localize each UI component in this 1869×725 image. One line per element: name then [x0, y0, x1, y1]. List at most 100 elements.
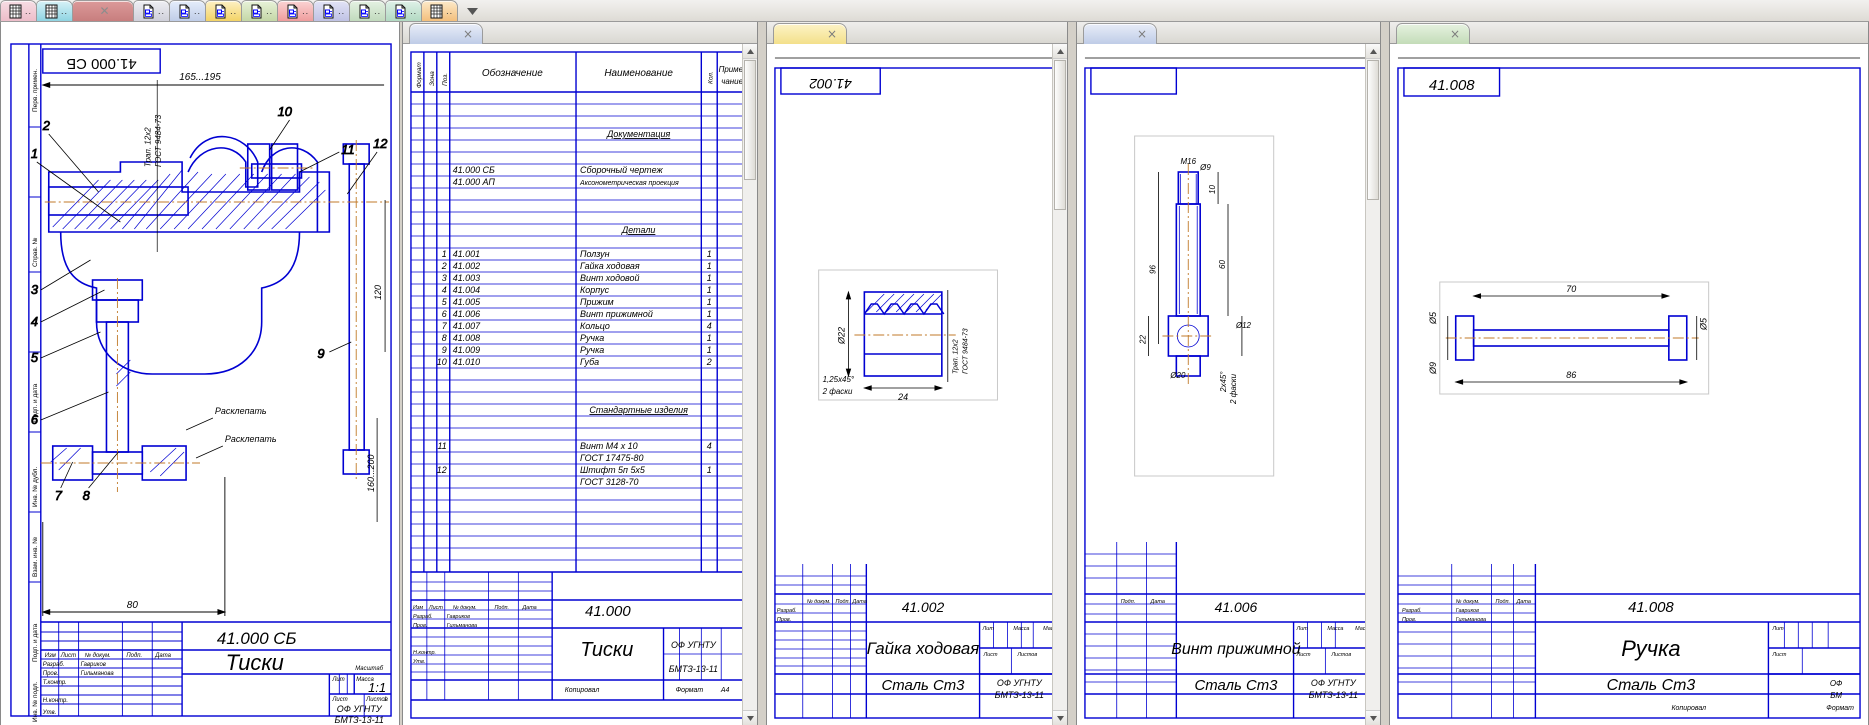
document-tab-5-label: ..	[194, 6, 202, 16]
spec-row-11-qty: 4	[707, 441, 712, 451]
document-tab-10[interactable]: ..	[349, 0, 387, 21]
nut-canvas[interactable]: 41.002 Ø22 24 Трап. 12x2 ГОСТ 9484-73 1,…	[767, 44, 1067, 725]
close-icon[interactable]: ×	[1137, 27, 1156, 41]
tb-lit-label: Лит	[331, 677, 344, 683]
spec-title-name: Тиски	[580, 639, 633, 661]
nut-drawing: 41.002 Ø22 24 Трап. 12x2 ГОСТ 9484-73 1,…	[774, 57, 1067, 719]
side-label-5: Подп. и дата	[32, 623, 39, 662]
document-tab-4-label: ..	[158, 6, 166, 16]
document-window-41006[interactable]: × М16 Ø9 10 60 96 22 Ø20 Ø12 2x45° 2 фас…	[1076, 22, 1381, 725]
scroll-up-icon[interactable]	[1053, 44, 1067, 59]
scroll-up-icon[interactable]	[743, 44, 757, 59]
document-tab-strip[interactable]: .. .. ✕ .. .. .. .. .. .. .. .. ..	[0, 0, 1869, 22]
tb-row-1-role: Пров.	[43, 671, 59, 677]
document-tab-8[interactable]: ..	[277, 0, 315, 21]
tb-row-1-name: Гильманова	[81, 671, 115, 677]
chevron-down-icon[interactable]	[461, 1, 483, 21]
nut-sheets-label: Листов	[1016, 652, 1037, 658]
specification-canvas[interactable]: Формат Зона Поз. Обозначение Наименовани…	[403, 44, 757, 725]
nut-thread-note-2: ГОСТ 9484-73	[963, 328, 970, 374]
document-tab-12-label: ..	[446, 6, 454, 16]
scroll-up-icon[interactable]	[1366, 44, 1380, 59]
screw-canvas[interactable]: М16 Ø9 10 60 96 22 Ø20 Ø12 2x45° 2 фаски	[1077, 44, 1380, 725]
close-icon[interactable]: ✕	[93, 1, 117, 22]
document-tab-6-label: ..	[230, 6, 238, 16]
spec-row-6-qty: 1	[707, 309, 712, 319]
screw-tb-col-data: Дата	[1150, 599, 1165, 605]
drawing-document-icon	[321, 4, 336, 19]
nut-window-tab[interactable]: ×	[773, 23, 847, 44]
scroll-down-icon[interactable]	[743, 710, 757, 725]
document-tab-7-label: ..	[266, 6, 274, 16]
spec-row-11-name: Винт М4 x 10	[580, 441, 638, 451]
handle-canvas[interactable]: 41.008 70 86 Ø5 Ø9 Ø5 41.008 Ручка Сталь…	[1390, 44, 1868, 725]
spec-tb-row-0-name: Гавриков	[447, 614, 470, 620]
nut-tb-row-1-role: Пров.	[777, 617, 791, 623]
scrollbar-thumb[interactable]	[1054, 60, 1066, 210]
tb-row-2-role: Т.контр.	[43, 680, 67, 686]
close-icon[interactable]: ×	[1450, 27, 1469, 41]
document-tab-9[interactable]: ..	[313, 0, 351, 21]
nut-tb-col-podp: Подп.	[836, 599, 851, 605]
document-tab-4[interactable]: ..	[133, 0, 171, 21]
tb-sheets-value: 1	[384, 697, 387, 703]
document-window-41008[interactable]: × 41.008 70 86 Ø5 Ø9 Ø5 41.008 Ручка Ста…	[1389, 22, 1869, 725]
spec-tb-col-list: Лист	[428, 605, 443, 611]
balloon-4: 4	[31, 314, 38, 329]
document-tab-6[interactable]: ..	[205, 0, 243, 21]
document-tab-1[interactable]: ..	[0, 0, 38, 21]
document-window-specification[interactable]: × Формат Зона Поз. Обозначение Наименова…	[402, 22, 758, 725]
spec-row-6-designation: 41.006	[453, 309, 480, 319]
spec-tb-row-3-role: Н.контр.	[413, 650, 436, 656]
handle-tb-row-1-name: Гильманова	[1456, 617, 1486, 623]
close-icon[interactable]: ×	[827, 27, 846, 41]
spec-row-12-gost: ГОСТ 3128-70	[580, 477, 638, 487]
screw-window-header: ×	[1077, 22, 1380, 44]
balloon-6: 6	[31, 412, 39, 427]
screw-thread-label: М16	[1181, 157, 1197, 166]
screw-dim-60: 60	[1218, 260, 1227, 269]
assembly-dim-range: 160...200	[366, 454, 376, 492]
document-tab-5[interactable]: ..	[169, 0, 207, 21]
document-tab-close-region[interactable]: ✕	[72, 0, 135, 22]
side-label-1: Справ. №	[32, 238, 39, 267]
screw-lit-label: Лит	[1296, 626, 1309, 632]
assembly-title-designation: 41.000 СБ	[217, 629, 297, 648]
document-window-assembly[interactable]: Перв. примен. Справ. № Подп. и дата Инв.…	[0, 22, 400, 725]
screw-dim-96: 96	[1149, 265, 1158, 274]
screw-window-tab[interactable]: ×	[1083, 23, 1157, 44]
side-label-6: Инв. № подл.	[32, 681, 39, 722]
specification-vertical-scrollbar[interactable]	[742, 44, 757, 725]
spec-title-designation: 41.000	[585, 603, 631, 620]
spec-row-2-qty: 1	[707, 261, 712, 271]
scroll-down-icon[interactable]	[1366, 710, 1380, 725]
handle-window-tab[interactable]: ×	[1396, 23, 1470, 44]
handle-dim-70: 70	[1566, 284, 1576, 294]
tb-row-0-role: Разраб.	[43, 662, 65, 668]
screw-dim-d12: Ø12	[1235, 321, 1252, 330]
scrollbar-thumb[interactable]	[1367, 60, 1379, 200]
document-tab-2[interactable]: ..	[36, 0, 74, 21]
screw-vertical-scrollbar[interactable]	[1365, 44, 1380, 725]
specification-window-tab[interactable]: ×	[409, 23, 483, 44]
specification-sheet: Формат Зона Поз. Обозначение Наименовани…	[410, 51, 748, 719]
spec-row-11-pos: 11	[437, 441, 446, 451]
screw-chamfer-2: 2 фаски	[1229, 373, 1238, 405]
tb-row-4-role: Н.контр.	[43, 698, 68, 704]
drawing-canvas-assembly[interactable]: Перв. примен. Справ. № Подп. и дата Инв.…	[1, 22, 399, 725]
document-tab-12[interactable]: ..	[421, 0, 459, 21]
document-tab-7[interactable]: ..	[241, 0, 279, 21]
nut-org-2: БМТЗ-13-11	[995, 690, 1044, 700]
nut-mass-label: Масса	[1013, 626, 1029, 632]
document-tab-11[interactable]: ..	[385, 0, 423, 21]
spec-row-3-qty: 1	[707, 273, 712, 283]
tb-scale-label: Масштаб	[355, 666, 383, 672]
spec-section-1-title: Детали	[621, 225, 655, 235]
balloon-3: 3	[31, 282, 39, 297]
scroll-down-icon[interactable]	[1053, 710, 1067, 725]
document-window-41002[interactable]: × 41.002 Ø22 24 Трап. 12x2 ГОСТ 9484-73 …	[766, 22, 1068, 725]
scrollbar-thumb[interactable]	[744, 60, 756, 180]
nut-vertical-scrollbar[interactable]	[1052, 44, 1067, 725]
balloon-8: 8	[83, 488, 91, 503]
close-icon[interactable]: ×	[463, 27, 482, 41]
